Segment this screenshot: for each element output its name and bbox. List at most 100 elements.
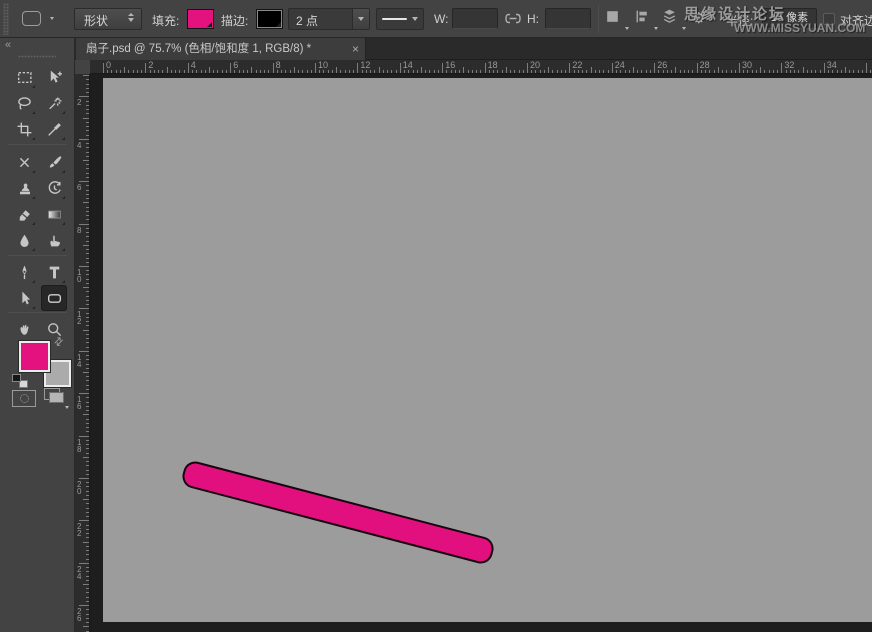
rectangular-marquee-tool[interactable] [11,64,37,90]
ruler-tick [86,168,89,169]
stroke-style-select[interactable] [376,8,424,30]
ruler-tick [264,70,265,73]
ruler-tick [86,342,89,343]
screen-mode-button[interactable] [44,388,68,407]
ruler-tick [196,70,197,73]
brush-tool[interactable] [41,149,67,175]
rounded-rectangle-tool[interactable] [41,285,67,311]
ruler-tick [404,70,405,73]
stroke-width-select[interactable]: 2 点 [288,8,370,30]
ruler-tick [692,70,693,73]
ruler-tick [612,63,613,73]
foreground-color-swatch[interactable] [19,341,50,372]
ruler-tick [230,63,231,73]
gradient-tool[interactable] [41,201,67,227]
ruler-tick [790,70,791,73]
collapse-panel-button[interactable]: « [5,39,11,51]
default-colors-icon[interactable] [12,374,28,388]
tool-preset-button[interactable] [20,8,60,30]
type-tool[interactable] [41,259,67,285]
shape-mode-select[interactable]: 形状 [74,8,142,30]
document-tab[interactable]: 扇子.psd @ 75.7% (色相/饱和度 1, RGB/8) * × [76,38,366,60]
ruler-tick [714,70,715,73]
ruler-tick [777,70,778,73]
vertical-ruler[interactable]: 24681 01 21 41 61 82 02 22 42 6 [75,74,90,632]
smudge-tool[interactable] [41,227,67,253]
rounded-rectangle-shape[interactable] [180,458,496,565]
shape-width-input[interactable] [452,8,498,29]
healing-brush-tool[interactable] [11,149,37,175]
crop-tool[interactable] [11,116,37,142]
ruler-tick [86,291,89,292]
ruler-tick [86,550,89,551]
ruler-tick [769,70,770,73]
ruler-tick [578,70,579,73]
eraser-tool[interactable] [11,201,37,227]
hand-tool[interactable] [11,316,37,342]
separator [8,144,67,145]
panel-grip[interactable] [18,55,56,58]
ruler-tick [79,181,89,182]
ruler-tick [794,70,795,73]
path-arrangement-button[interactable] [661,8,685,30]
ruler-tick [86,88,89,89]
ruler-tick [86,253,89,254]
stroke-color-swatch[interactable] [256,9,283,29]
radius-input[interactable]: 15 像素 [762,8,817,29]
lasso-tool[interactable] [11,90,37,116]
pen-tool[interactable] [11,259,37,285]
ruler-tick [86,525,89,526]
panel-grip[interactable] [3,3,9,35]
quick-mask-button[interactable] [12,390,36,407]
eyedropper-tool[interactable] [41,116,67,142]
ruler-tick [86,194,89,195]
stroke-width-dropdown-button[interactable] [352,9,369,29]
ruler-tick [86,423,89,424]
ruler-tick [86,440,89,441]
gear-settings-icon[interactable]: ⚙ [692,9,705,27]
ruler-tick [646,70,647,73]
ruler-tick [86,355,89,356]
shape-height-input[interactable] [545,8,591,29]
ruler-tick [391,70,392,73]
path-alignment-button[interactable] [633,8,657,30]
ruler-number: 10 [318,60,328,70]
link-dimensions-icon[interactable] [505,13,521,24]
ruler-tick [243,70,244,73]
ruler-tick [86,389,89,390]
ruler-tick [637,70,638,73]
stroke-label: 描边: [221,12,248,29]
ruler-tick [201,70,202,73]
move-tool[interactable] [41,64,67,90]
ruler-tick [158,70,159,73]
path-selection-tool[interactable] [11,285,37,311]
clone-stamp-tool[interactable] [11,175,37,201]
ruler-tick [79,605,89,606]
horizontal-ruler[interactable]: 0246810121416182022242628303234 [90,60,872,74]
flyout-icon [62,248,65,251]
magic-wand-tool[interactable] [41,90,67,116]
history-brush-tool[interactable] [41,175,67,201]
ruler-tick [616,70,617,73]
ruler-tick [86,376,89,377]
ruler-tick [582,70,583,73]
ruler-tick [239,70,240,73]
canvas-document[interactable] [103,78,872,622]
ruler-tick [222,70,223,73]
ruler-tick [86,482,89,483]
ruler-tick [86,402,89,403]
close-icon[interactable]: × [352,38,359,60]
ruler-tick [79,563,89,564]
fill-color-swatch[interactable] [187,9,214,29]
blur-tool[interactable] [11,227,37,253]
ruler-tick [455,70,456,73]
ruler-tick [86,325,89,326]
ruler-tick [86,465,89,466]
ruler-tick [86,126,89,127]
align-edges-checkbox[interactable] [823,13,835,25]
path-operations-button[interactable] [604,8,628,30]
ruler-tick [798,70,799,73]
canvas-viewport[interactable] [90,74,872,632]
ruler-tick [845,67,846,73]
ruler-tick [107,70,108,73]
